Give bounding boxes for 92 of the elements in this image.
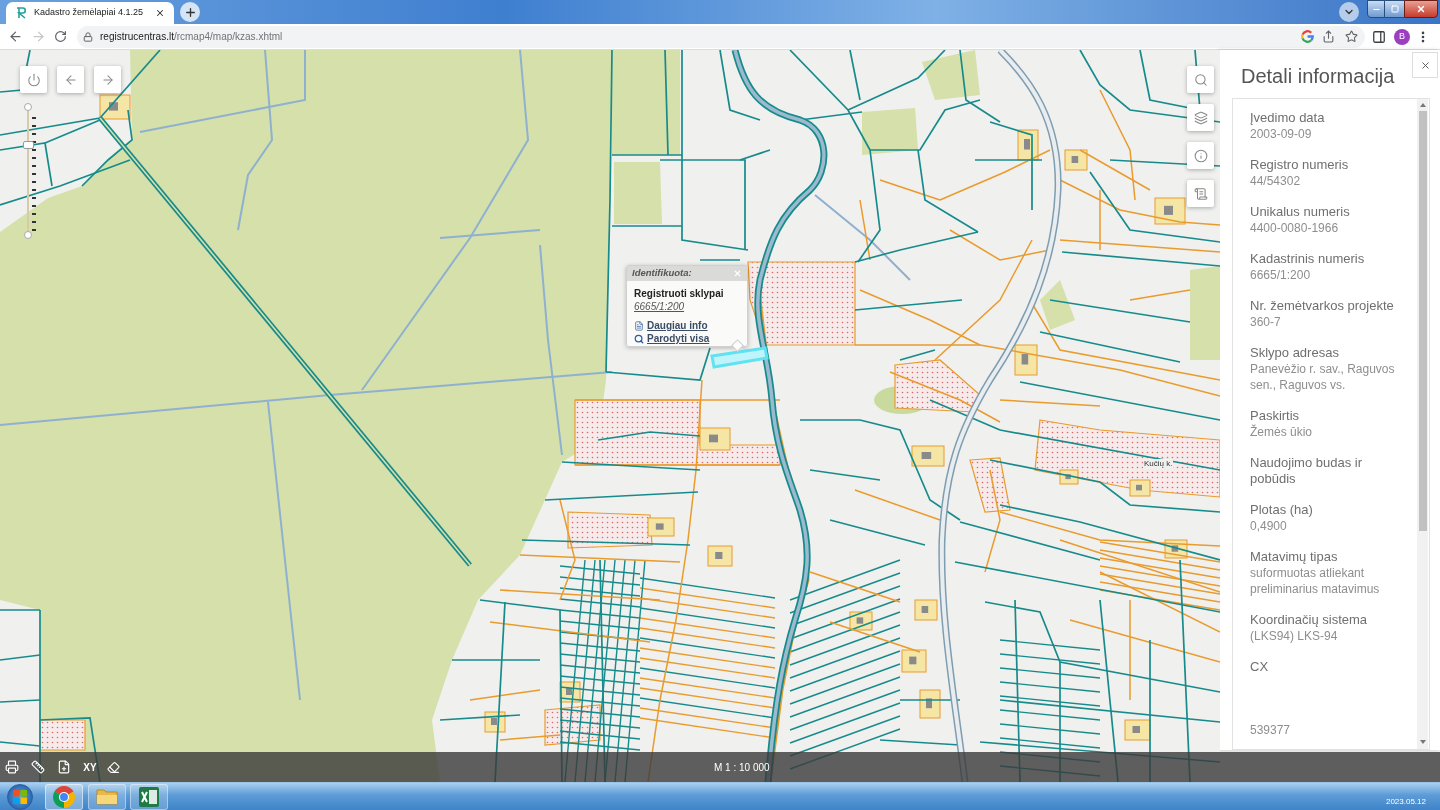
field-label: Sklypo adresas bbox=[1250, 345, 1340, 361]
field-value: 44/54302 bbox=[1250, 173, 1302, 189]
layers-button[interactable] bbox=[1187, 104, 1214, 131]
close-icon bbox=[1416, 4, 1426, 14]
field-value: Žemės ūkio bbox=[1250, 424, 1314, 440]
zoom-slider-handle[interactable] bbox=[23, 140, 34, 149]
scrollbar[interactable] bbox=[1417, 99, 1428, 749]
side-panel-icon bbox=[1372, 29, 1386, 44]
field-value: Panevėžio r. sav., Raguvos sen., Raguvos vs. bbox=[1250, 361, 1396, 393]
eraser-icon bbox=[106, 760, 120, 774]
document-button[interactable] bbox=[1187, 180, 1214, 207]
g-logo-icon[interactable] bbox=[1301, 30, 1314, 43]
field-label: Koordinačių sistema bbox=[1250, 612, 1369, 628]
panel-title: Detali informacija bbox=[1241, 64, 1395, 89]
scale-label: M 1 : 10 000 bbox=[714, 760, 770, 775]
printer-icon bbox=[5, 760, 19, 774]
magnifier-icon bbox=[634, 333, 644, 344]
field-label: Naudojimo budas ir pobūdis bbox=[1250, 455, 1363, 487]
scroll-up-icon[interactable] bbox=[1419, 103, 1426, 107]
field-label: Kadastrinis numeris bbox=[1250, 251, 1366, 267]
close-icon[interactable] bbox=[155, 8, 165, 18]
show-all-link[interactable]: Parodyti visa bbox=[634, 332, 710, 345]
search-icon bbox=[1193, 72, 1208, 87]
tray-date: 2023.05.12 bbox=[1385, 796, 1426, 808]
slider-end-icon[interactable] bbox=[24, 103, 32, 111]
field-label: CX bbox=[1250, 659, 1270, 675]
share-icon bbox=[1322, 30, 1335, 43]
ruler-icon bbox=[31, 760, 45, 774]
power-button[interactable] bbox=[20, 66, 47, 93]
popup-title: Identifikuota: bbox=[632, 266, 692, 281]
document-icon bbox=[634, 320, 644, 331]
field-value: suformuotas atliekant preliminarius matavimus bbox=[1250, 565, 1381, 597]
field-label: Plotas (ha) bbox=[1250, 502, 1314, 518]
document-icon bbox=[1193, 186, 1208, 201]
layers-icon bbox=[1193, 110, 1208, 125]
field-label: Paskirtis bbox=[1250, 408, 1301, 424]
field-value: 2003-09-09 bbox=[1250, 126, 1313, 142]
file-plus-icon bbox=[57, 760, 71, 774]
taskbar-app-button[interactable] bbox=[88, 783, 126, 810]
taskbar-app-button[interactable] bbox=[130, 783, 168, 810]
field-label: Įvedimo data bbox=[1250, 110, 1326, 126]
field-label: Unikalus numeris bbox=[1250, 204, 1351, 220]
bookmark-button[interactable] bbox=[1345, 30, 1358, 43]
field-value: 360-7 bbox=[1250, 314, 1282, 330]
info-icon bbox=[1193, 148, 1208, 163]
field-value: 6665/1:200 bbox=[1250, 267, 1312, 283]
field-label: Nr. žemėtvarkos projekte bbox=[1250, 298, 1395, 314]
start-button[interactable] bbox=[7, 783, 33, 810]
address-field[interactable]: registrucentras.lt/rcmap4/map/kzas.xhtml bbox=[77, 25, 1365, 48]
browser-icon bbox=[53, 785, 75, 808]
field-label: Matavimų tipas bbox=[1250, 549, 1339, 565]
scrollbar-thumb[interactable] bbox=[1418, 111, 1427, 531]
reload-icon bbox=[53, 30, 67, 43]
close-icon bbox=[733, 269, 742, 278]
side-panel-button[interactable] bbox=[1372, 29, 1386, 44]
place-label: Kučių k. bbox=[1143, 459, 1174, 469]
arrow-right-icon bbox=[100, 72, 115, 87]
maximize-button[interactable] bbox=[1385, 0, 1404, 18]
field-value: (LKS94) LKS-94 bbox=[1250, 628, 1339, 644]
scroll-down-icon[interactable] bbox=[1419, 740, 1426, 744]
close-icon bbox=[1419, 59, 1431, 71]
url-text: registrucentras.lt/rcmap4/map/kzas.xhtml bbox=[100, 30, 283, 44]
spreadsheet-icon bbox=[139, 786, 159, 807]
parcel-link[interactable]: 6665/1:200 bbox=[634, 300, 685, 313]
field-value: 0,4900 bbox=[1250, 518, 1288, 534]
power-icon bbox=[26, 72, 41, 87]
search-button[interactable] bbox=[1187, 66, 1214, 93]
xy-button[interactable]: XY bbox=[79, 756, 101, 778]
zoom-slider[interactable] bbox=[20, 103, 37, 239]
field-value: 539377 bbox=[1250, 722, 1292, 738]
field-label: Registro numeris bbox=[1250, 157, 1350, 173]
more-info-link[interactable]: Daugiau info bbox=[634, 319, 708, 332]
plus-icon bbox=[183, 5, 197, 19]
profile-avatar[interactable]: B bbox=[1394, 28, 1410, 45]
restore-icon bbox=[1390, 5, 1399, 13]
logo-icon bbox=[16, 7, 27, 19]
star-icon bbox=[1345, 30, 1358, 43]
field-value: 4400-0080-1966 bbox=[1250, 220, 1340, 236]
arrow-right-icon bbox=[30, 29, 46, 44]
taskbar-app-button[interactable] bbox=[45, 783, 83, 810]
minimize-button[interactable] bbox=[1367, 0, 1385, 18]
new-tab-button[interactable] bbox=[180, 2, 200, 22]
slider-end-icon[interactable] bbox=[24, 231, 32, 239]
windows-logo-icon bbox=[13, 789, 27, 804]
info-button[interactable] bbox=[1187, 142, 1214, 169]
popup-heading: Registruoti sklypai bbox=[634, 288, 724, 300]
tab-search-button[interactable] bbox=[1339, 2, 1359, 22]
close-window-button[interactable] bbox=[1404, 0, 1438, 18]
folder-icon bbox=[96, 788, 118, 805]
lock-icon bbox=[83, 31, 93, 42]
share-button[interactable] bbox=[1322, 30, 1335, 43]
browser-tab[interactable]: Kadastro žemėlapiai 4.1.25 bbox=[6, 2, 174, 24]
